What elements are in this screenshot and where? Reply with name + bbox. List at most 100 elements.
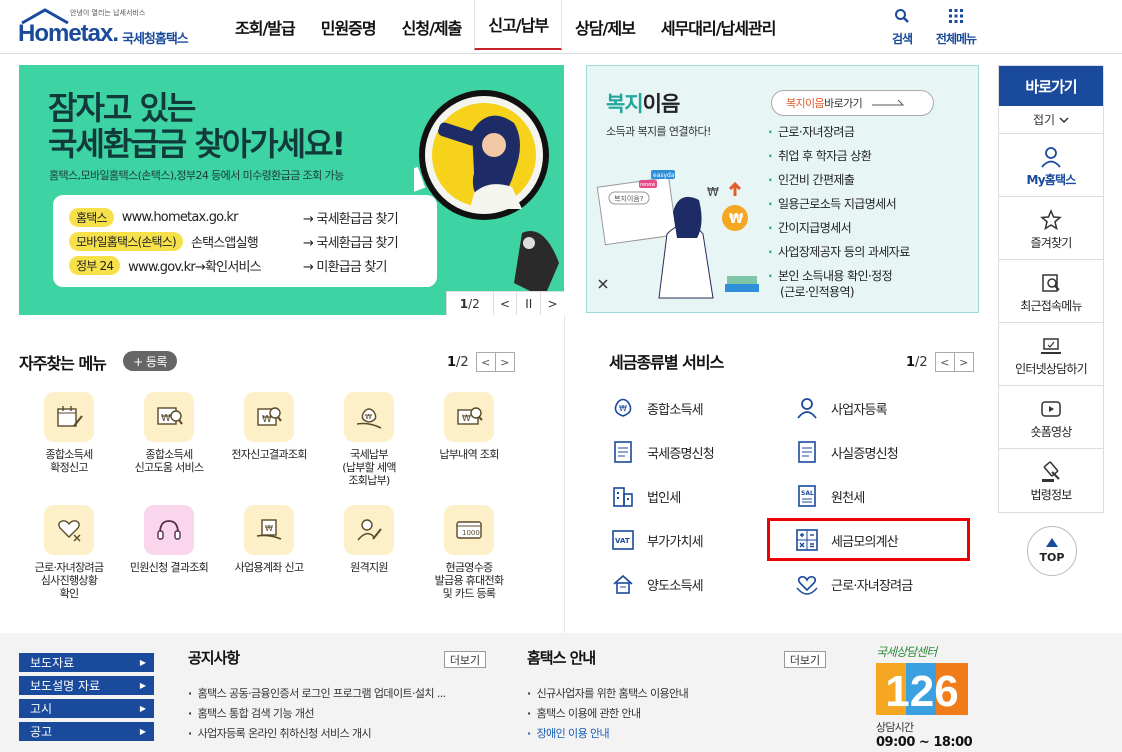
quick-menu-title: 바로가기 [999, 66, 1103, 106]
welfare-item[interactable]: 사업장제공자 등의 과세자료 [768, 240, 910, 264]
call-center-hours: 09:00 ~ 18:00 [876, 735, 973, 750]
welfare-item[interactable]: 본인 소득내용 확인·정정(근로·인적용역) [768, 264, 910, 300]
person-icon [797, 398, 817, 419]
triangle-right-icon: ▶ [139, 658, 146, 667]
freq-item-label: 현금영수증 발급용 휴대전화 및 카드 등록 [434, 561, 504, 600]
guide-item[interactable]: 홈택스 이용에 관한 안내 [527, 705, 641, 721]
tax-item-corporate-tax[interactable]: 법인세 [609, 481, 681, 511]
tax-item-earned-income-credit[interactable]: 근로·자녀장려금 [793, 569, 913, 599]
guide-item-accessibility[interactable]: 장애인 이용 안내 [527, 725, 610, 741]
tax-item-capital-gains[interactable]: 양도소득세 [609, 569, 704, 599]
banner-prev-button[interactable]: < [492, 291, 517, 315]
notice-more-button[interactable]: 더보기 [444, 651, 486, 668]
freq-item-label: 민원신청 결과조회 [129, 561, 209, 574]
search-icon [895, 9, 909, 23]
header: 안녕이 열리는 납세서비스 Hometax. 국세청홈택스 조회/발급 민원증명… [0, 0, 1122, 54]
nav-application[interactable]: 신청/제출 [389, 0, 475, 54]
banner-title: 잠자고 있는 국세환급금 찾아가세요! [48, 89, 346, 162]
freq-item-tax-payment[interactable]: ₩ 국세납부 (납부할 세액 조회납부) [319, 392, 419, 487]
scroll-top-button[interactable]: TOP [1027, 526, 1077, 576]
welfare-shortcut-button[interactable]: 복지이음 바로가기 [771, 90, 934, 116]
svg-text:₩: ₩ [265, 524, 273, 533]
search-button[interactable]: 검색 [876, 8, 928, 48]
document-check-icon [798, 441, 816, 463]
freq-item-cash-receipt[interactable]: 1000 현금영수증 발급용 휴대전화 및 카드 등록 [419, 505, 519, 600]
quick-menu-fold-button[interactable]: 접기 [999, 106, 1103, 134]
freq-item-civil-result[interactable]: 민원신청 결과조회 [119, 505, 219, 574]
nav-tax-agent[interactable]: 세무대리/납세관리 [648, 0, 789, 54]
tax-item-tax-certificate[interactable]: 국세증명신청 [609, 437, 715, 467]
freq-item-business-account[interactable]: ₩ 사업용계좌 신고 [219, 505, 319, 574]
all-menu-button[interactable]: 전체메뉴 [930, 8, 982, 48]
tax-prev-button[interactable]: < [934, 352, 955, 372]
banner-row-action: → 국세환급금 찾기 [303, 211, 399, 227]
banner-description: 홈택스,모바일홈택스(손택스),정부24 등에서 미수령환급금 조회 가능 [49, 169, 344, 182]
person-icon [1041, 147, 1061, 168]
tax-item-comprehensive-income[interactable]: ₩ 종합소득세 [609, 393, 704, 423]
freq-item-earned-credit-status[interactable]: 근로·자녀장려금 심사진행상황 확인 [19, 505, 119, 600]
tax-simulation-highlight-box [767, 518, 970, 561]
welfare-item[interactable]: 일용근로소득 지급명세서 [768, 192, 910, 216]
register-menu-button[interactable]: + 등록 [123, 351, 177, 371]
frequent-prev-button[interactable]: < [475, 352, 496, 372]
footer-nav-announcement[interactable]: 공고 ▶ [19, 722, 154, 741]
card-1000-icon: 1000 [456, 521, 482, 539]
tax-item-vat[interactable]: VAT 부가가치세 [609, 525, 704, 555]
notice-item[interactable]: 홈택스 통합 검색 기능 개선 [188, 705, 315, 721]
quick-law-info[interactable]: 법령정보 [999, 449, 1103, 512]
quick-recent-menu[interactable]: 최근접속메뉴 [999, 260, 1103, 323]
svg-text:₩: ₩ [365, 413, 372, 421]
long-arrow-right-icon [872, 99, 905, 106]
triangle-right-icon: ▶ [139, 681, 146, 690]
nav-certificate[interactable]: 민원증명 [308, 0, 389, 54]
tax-next-button[interactable]: > [953, 352, 974, 372]
banner-next-button[interactable]: > [540, 291, 564, 315]
visual-tag-welfare: 복지이음? [614, 194, 644, 203]
footer-nav-press-explain[interactable]: 보도설명 자료 ▶ [19, 676, 154, 695]
tax-item-business-registration[interactable]: 사업자등록 [793, 393, 888, 423]
welfare-banner[interactable]: 복지이음 소득과 복지를 연결하다! 복지이음 바로가기 근로·자녀장려금 취업… [586, 65, 979, 313]
tax-item-fact-certificate[interactable]: 사실증명신청 [793, 437, 899, 467]
footer-nav-press[interactable]: 보도자료 ▶ [19, 653, 154, 672]
main-nav: 조회/발급 민원증명 신청/제출 신고/납부 상담/제보 세무대리/납세관리 [222, 0, 788, 54]
guide-more-button[interactable]: 더보기 [784, 651, 826, 668]
play-video-icon [1041, 401, 1061, 417]
person-edit-icon [357, 519, 382, 541]
freq-item-payment-history[interactable]: ₩ 납부내역 조회 [419, 392, 519, 461]
refund-banner[interactable]: 잠자고 있는 국세환급금 찾아가세요! 홈택스,모바일홈택스(손택스),정부24… [19, 65, 564, 315]
recent-search-icon [1042, 274, 1060, 292]
banner-row-site: www.gov.kr→확인서비스 [128, 259, 261, 275]
banner-pause-button[interactable]: II [516, 291, 540, 315]
guide-item[interactable]: 신규사업자를 위한 홈택스 이용안내 [527, 685, 689, 701]
notice-item[interactable]: 사업자등록 온라인 취하신청 서비스 개시 [188, 725, 372, 741]
banner-title-line1: 잠자고 있는 [48, 89, 196, 127]
frequent-next-button[interactable]: > [494, 352, 515, 372]
nav-consulting[interactable]: 상담/제보 [562, 0, 648, 54]
banner-row-action: → 국세환급금 찾기 [303, 235, 399, 251]
svg-text:126: 126 [885, 667, 958, 715]
quick-my-hometax[interactable]: My홈택스 [999, 134, 1103, 197]
tax-item-withholding-tax[interactable]: SAL 원천세 [793, 481, 865, 511]
banner-info-box: 홈택스 www.hometax.go.kr → 국세환급금 찾기 모바일홈택스(… [53, 195, 437, 287]
svg-text:₩: ₩ [707, 185, 719, 199]
quick-shortform-video[interactable]: 숏폼영상 [999, 386, 1103, 449]
welfare-item[interactable]: 간이지급명세서 [768, 216, 910, 240]
welfare-item[interactable]: 인건비 간편제출 [768, 168, 910, 192]
woman-with-binoculars-illustration [414, 90, 559, 298]
nav-filing-payment[interactable]: 신고/납부 [474, 0, 563, 50]
welfare-item[interactable]: 취업 후 학자금 상환 [768, 144, 910, 168]
freq-item-income-tax-help[interactable]: ₩ 종합소득세 신고도움 서비스 [119, 392, 219, 474]
quick-online-consult[interactable]: 인터넷상담하기 [999, 323, 1103, 386]
quick-favorites[interactable]: 즐겨찾기 [999, 197, 1103, 260]
freq-item-income-tax-filing[interactable]: 종합소득세 확정신고 [19, 392, 119, 474]
notice-title: 공지사항 [188, 649, 240, 667]
welfare-item[interactable]: 근로·자녀장려금 [768, 120, 910, 144]
footer-nav-notice-gov[interactable]: 고시 ▶ [19, 699, 154, 718]
freq-item-remote-support[interactable]: 원격지원 [319, 505, 419, 574]
banner-row-site: 손택스앱실행 [190, 235, 259, 251]
hometax-logo[interactable]: 안녕이 열리는 납세서비스 Hometax. 국세청홈택스 [18, 6, 208, 50]
nav-inquiry[interactable]: 조회/발급 [222, 0, 308, 54]
star-icon [1040, 209, 1062, 231]
notice-item[interactable]: 홈택스 공동·금융인증서 로그인 프로그램 업데이트·설치 ... [188, 685, 447, 701]
freq-item-efiling-result[interactable]: ₩ 전자신고결과조회 [219, 392, 319, 461]
